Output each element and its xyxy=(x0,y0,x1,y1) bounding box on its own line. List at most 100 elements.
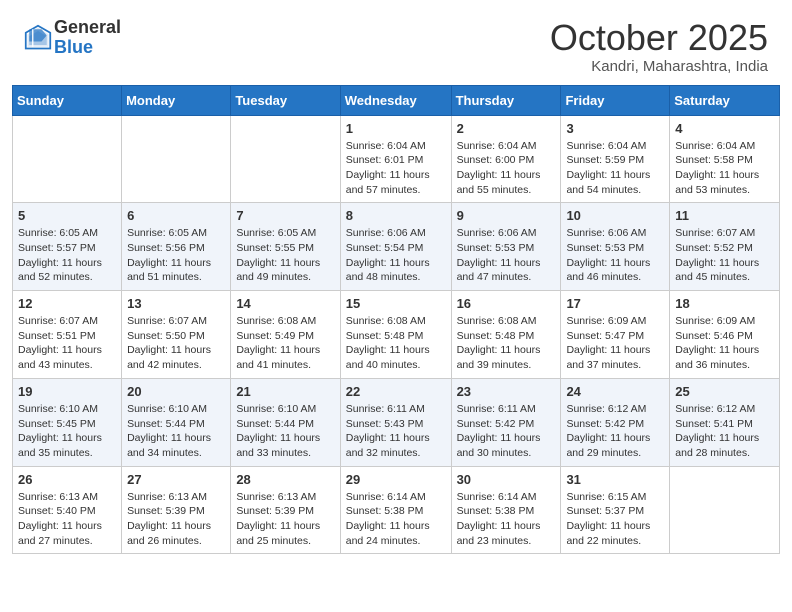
cell-info: Daylight: 11 hours xyxy=(566,343,664,358)
cell-info: Sunrise: 6:07 AM xyxy=(675,226,774,241)
cell-info: Sunset: 5:58 PM xyxy=(675,153,774,168)
calendar-week-row: 12Sunrise: 6:07 AMSunset: 5:51 PMDayligh… xyxy=(13,291,780,379)
cell-info: Daylight: 11 hours xyxy=(346,343,446,358)
header-row: Sunday Monday Tuesday Wednesday Thursday… xyxy=(13,85,780,115)
cell-info: Sunrise: 6:10 AM xyxy=(127,402,225,417)
cell-info: Sunrise: 6:08 AM xyxy=(236,314,334,329)
cell-info: and 35 minutes. xyxy=(18,446,116,461)
cell-info: Sunrise: 6:13 AM xyxy=(127,490,225,505)
day-number: 19 xyxy=(18,384,116,399)
cell-info: and 26 minutes. xyxy=(127,534,225,549)
page-header: General Blue October 2025 Kandri, Mahara… xyxy=(0,0,792,85)
cell-info: Daylight: 11 hours xyxy=(18,256,116,271)
cell-info: Sunrise: 6:13 AM xyxy=(18,490,116,505)
cell-info: Daylight: 11 hours xyxy=(566,519,664,534)
day-number: 6 xyxy=(127,208,225,223)
cell-info: and 39 minutes. xyxy=(457,358,556,373)
day-number: 18 xyxy=(675,296,774,311)
header-friday: Friday xyxy=(561,85,670,115)
calendar-cell: 6Sunrise: 6:05 AMSunset: 5:56 PMDaylight… xyxy=(122,203,231,291)
cell-info: Daylight: 11 hours xyxy=(236,256,334,271)
cell-info: Sunset: 5:48 PM xyxy=(457,329,556,344)
logo-blue-text: Blue xyxy=(54,38,121,58)
calendar-cell: 17Sunrise: 6:09 AMSunset: 5:47 PMDayligh… xyxy=(561,291,670,379)
logo-icon xyxy=(24,24,52,52)
cell-info: Daylight: 11 hours xyxy=(457,168,556,183)
cell-info: and 24 minutes. xyxy=(346,534,446,549)
day-number: 28 xyxy=(236,472,334,487)
day-number: 1 xyxy=(346,121,446,136)
cell-info: Sunrise: 6:05 AM xyxy=(236,226,334,241)
logo: General Blue xyxy=(24,18,121,58)
cell-info: and 40 minutes. xyxy=(346,358,446,373)
cell-info: and 27 minutes. xyxy=(18,534,116,549)
cell-info: Sunset: 5:46 PM xyxy=(675,329,774,344)
calendar-header: Sunday Monday Tuesday Wednesday Thursday… xyxy=(13,85,780,115)
calendar-cell: 24 Sunrise: 6:12 AMSunset: 5:42 PMDayligh… xyxy=(561,378,670,466)
month-title: October 2025 xyxy=(550,18,768,58)
calendar-cell: 8Sunrise: 6:06 AMSunset: 5:54 PMDaylight… xyxy=(340,203,451,291)
calendar-cell xyxy=(670,466,780,554)
day-number: 2 xyxy=(457,121,556,136)
calendar-cell: 11Sunrise: 6:07 AMSunset: 5:52 PMDayligh… xyxy=(670,203,780,291)
title-block: October 2025 Kandri, Maharashtra, India xyxy=(550,18,768,75)
cell-info: Sunset: 5:42 PM xyxy=(566,417,664,432)
header-saturday: Saturday xyxy=(670,85,780,115)
day-number: 27 xyxy=(127,472,225,487)
calendar-table: Sunday Monday Tuesday Wednesday Thursday… xyxy=(12,85,780,555)
cell-info: Sunset: 5:53 PM xyxy=(566,241,664,256)
calendar-cell: 30Sunrise: 6:14 AMSunset: 5:38 PMDayligh… xyxy=(451,466,561,554)
calendar-cell: 20Sunrise: 6:10 AMSunset: 5:44 PMDayligh… xyxy=(122,378,231,466)
cell-info: Sunset: 5:53 PM xyxy=(457,241,556,256)
cell-info: and 52 minutes. xyxy=(18,270,116,285)
calendar-week-row: 19Sunrise: 6:10 AMSunset: 5:45 PMDayligh… xyxy=(13,378,780,466)
calendar-cell: 14Sunrise: 6:08 AMSunset: 5:49 PMDayligh… xyxy=(231,291,340,379)
cell-info: Sunset: 5:49 PM xyxy=(236,329,334,344)
cell-info: Sunset: 5:44 PM xyxy=(236,417,334,432)
cell-info: Daylight: 11 hours xyxy=(675,343,774,358)
cell-info: and 25 minutes. xyxy=(236,534,334,549)
cell-info: Sunset: 5:41 PM xyxy=(675,417,774,432)
calendar-cell: 2Sunrise: 6:04 AMSunset: 6:00 PMDaylight… xyxy=(451,115,561,203)
cell-info: Sunrise: 6:09 AM xyxy=(675,314,774,329)
cell-info: and 49 minutes. xyxy=(236,270,334,285)
calendar-cell: 5Sunrise: 6:05 AMSunset: 5:57 PMDaylight… xyxy=(13,203,122,291)
cell-info: Sunrise: 6:13 AM xyxy=(236,490,334,505)
calendar-cell: 4Sunrise: 6:04 AMSunset: 5:58 PMDaylight… xyxy=(670,115,780,203)
calendar-cell xyxy=(231,115,340,203)
day-number: 30 xyxy=(457,472,556,487)
cell-info: Daylight: 11 hours xyxy=(18,343,116,358)
cell-info: Sunset: 6:00 PM xyxy=(457,153,556,168)
cell-info: Sunrise: 6:11 AM xyxy=(346,402,446,417)
cell-info: Daylight: 11 hours xyxy=(457,431,556,446)
cell-info: and 57 minutes. xyxy=(346,183,446,198)
cell-info: Daylight: 11 hours xyxy=(346,431,446,446)
cell-info: Sunrise: 6:12 AM xyxy=(566,402,664,417)
day-number: 14 xyxy=(236,296,334,311)
calendar-cell: 26Sunrise: 6:13 AMSunset: 5:40 PMDayligh… xyxy=(13,466,122,554)
cell-info: Sunrise: 6:07 AM xyxy=(18,314,116,329)
cell-info: Sunset: 5:38 PM xyxy=(457,504,556,519)
calendar-cell: 22Sunrise: 6:11 AMSunset: 5:43 PMDayligh… xyxy=(340,378,451,466)
calendar-week-row: 5Sunrise: 6:05 AMSunset: 5:57 PMDaylight… xyxy=(13,203,780,291)
day-number: 12 xyxy=(18,296,116,311)
day-number: 25 xyxy=(675,384,774,399)
cell-info: Sunset: 5:52 PM xyxy=(675,241,774,256)
cell-info: Sunrise: 6:12 AM xyxy=(675,402,774,417)
logo-text: General Blue xyxy=(54,18,121,58)
day-number: 31 xyxy=(566,472,664,487)
day-number: 24 xyxy=(566,384,664,399)
cell-info: Sunset: 5:48 PM xyxy=(346,329,446,344)
cell-info: Daylight: 11 hours xyxy=(346,168,446,183)
cell-info: Sunset: 5:37 PM xyxy=(566,504,664,519)
cell-info: Sunrise: 6:07 AM xyxy=(127,314,225,329)
day-number: 23 xyxy=(457,384,556,399)
cell-info: Sunrise: 6:08 AM xyxy=(457,314,556,329)
cell-info: Sunset: 5:59 PM xyxy=(566,153,664,168)
cell-info: Daylight: 11 hours xyxy=(566,431,664,446)
cell-info: and 32 minutes. xyxy=(346,446,446,461)
calendar-cell: 21Sunrise: 6:10 AMSunset: 5:44 PMDayligh… xyxy=(231,378,340,466)
cell-info: Sunset: 5:47 PM xyxy=(566,329,664,344)
calendar-cell: 15Sunrise: 6:08 AMSunset: 5:48 PMDayligh… xyxy=(340,291,451,379)
cell-info: and 33 minutes. xyxy=(236,446,334,461)
